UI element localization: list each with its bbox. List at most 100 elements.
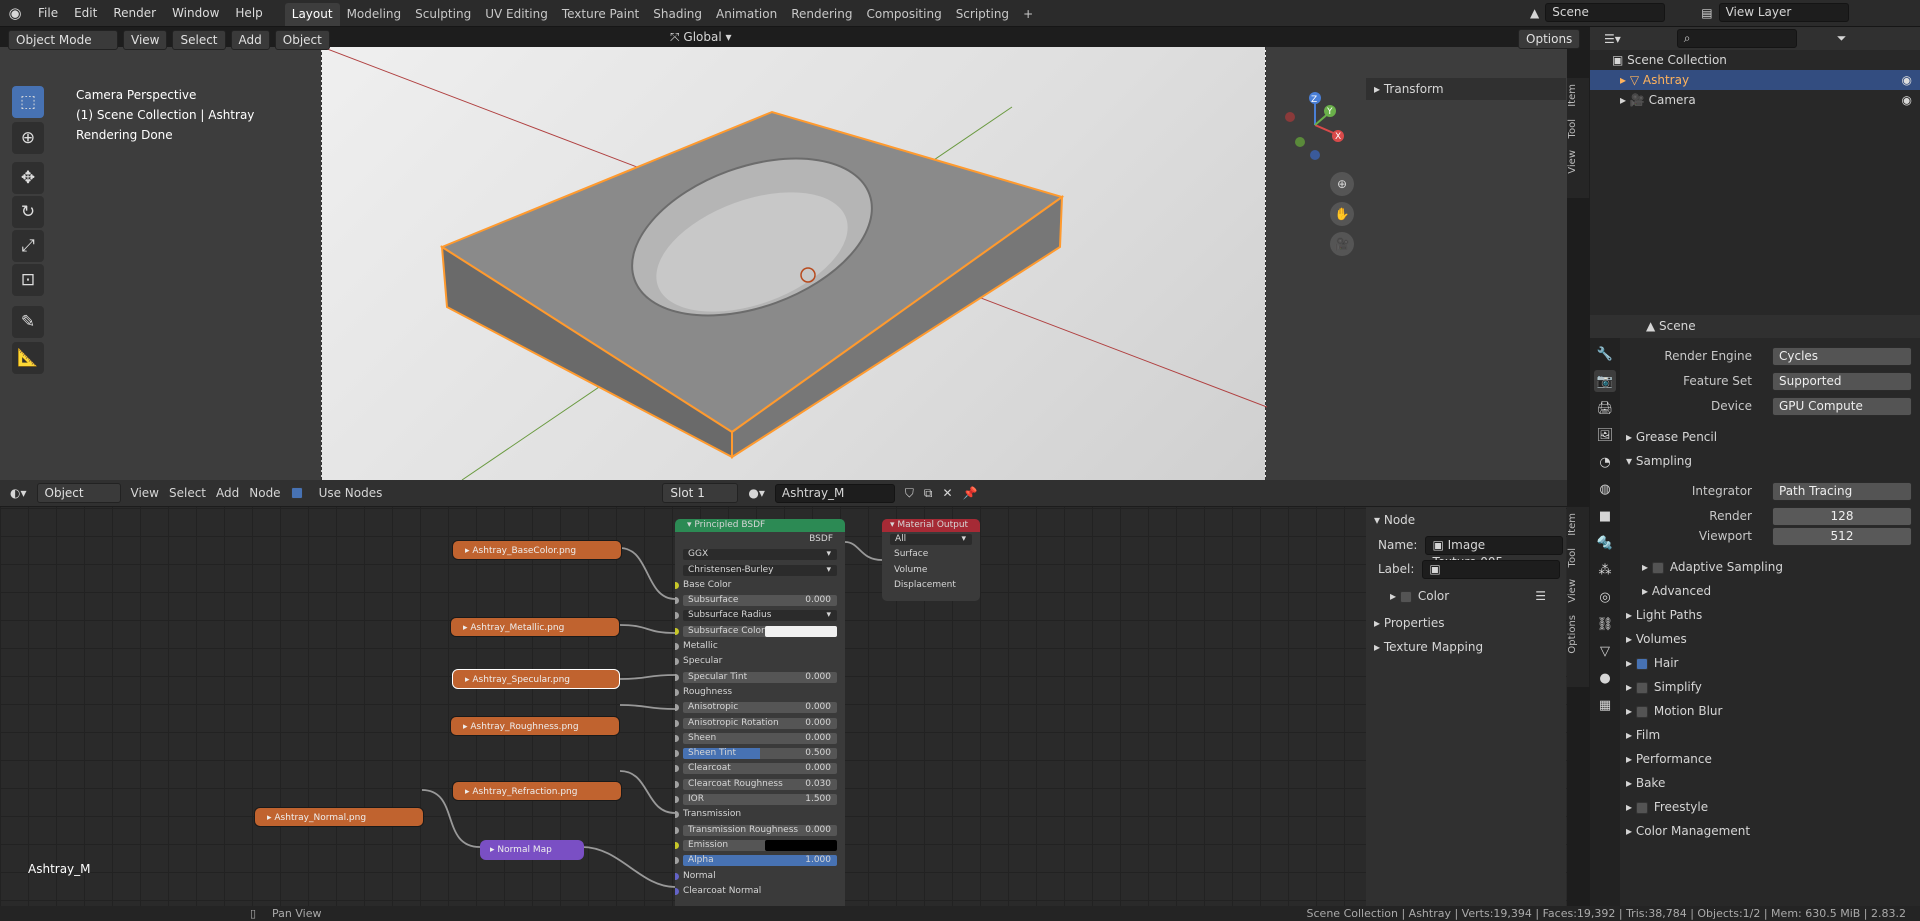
list-icon[interactable]: ☰ — [1535, 581, 1546, 611]
sampling-panel[interactable]: ▾ Sampling — [1626, 454, 1692, 468]
image-texture-node[interactable]: ▸ Ashtray_Roughness.png — [450, 716, 620, 736]
texture-mapping-subpanel[interactable]: ▸ Texture Mapping — [1366, 635, 1566, 659]
sidebar-tab-tool[interactable]: Tool — [1567, 542, 1578, 573]
input-socket-icon[interactable] — [675, 597, 679, 605]
bsdf-input-row[interactable]: Roughness — [675, 685, 845, 700]
output-props-icon[interactable]: 🖨 — [1594, 397, 1616, 419]
image-texture-node[interactable]: ▸ Ashtray_Specular.png — [452, 669, 620, 689]
transform-tool[interactable]: ⊡ — [12, 264, 44, 296]
node-panel-header[interactable]: ▾ Node — [1366, 507, 1566, 533]
input-socket-icon[interactable] — [675, 658, 679, 666]
grease-pencil-panel[interactable]: ▸ Grease Pencil — [1626, 430, 1717, 444]
pan-hand-icon[interactable]: ✋ — [1330, 202, 1354, 226]
device-select[interactable]: GPU Compute — [1772, 397, 1912, 416]
bsdf-input-row[interactable]: Clearcoat Roughness 0.030 — [675, 777, 845, 792]
image-texture-node[interactable]: ▸ Ashtray_BaseColor.png — [452, 540, 622, 560]
unlink-material-close-icon[interactable]: ✕ — [942, 486, 952, 500]
bsdf-input-row[interactable]: Specular Tint 0.000 — [675, 670, 845, 685]
integrator-select[interactable]: Path Tracing — [1772, 482, 1912, 501]
color-subpanel[interactable]: ▸ Color ☰ — [1366, 581, 1566, 611]
outliner-root[interactable]: ▣ Scene Collection — [1590, 50, 1920, 70]
displacement-socket[interactable]: Displacement — [882, 578, 980, 593]
output-target-select[interactable]: All ▾ — [882, 532, 980, 547]
blender-logo-icon[interactable]: ◉ — [0, 4, 30, 22]
film-panel[interactable]: ▸ Film — [1626, 728, 1660, 742]
distribution-select[interactable]: GGX ▾ — [675, 547, 845, 562]
input-socket-icon[interactable] — [675, 704, 679, 712]
tab-rendering[interactable]: Rendering — [784, 3, 859, 26]
visibility-eye-icon[interactable]: ◉ — [1902, 90, 1912, 110]
input-socket-icon[interactable] — [675, 734, 679, 742]
add-workspace-button[interactable]: + — [1016, 3, 1040, 26]
outliner-item-ashtray[interactable]: ▸ ▽ Ashtray ◉ — [1590, 70, 1920, 90]
color-management-panel[interactable]: ▸ Color Management — [1626, 824, 1750, 838]
sidebar-tab-options[interactable]: Options — [1567, 609, 1578, 660]
feature-set-select[interactable]: Supported — [1772, 372, 1912, 391]
move-tool[interactable]: ✥ — [12, 162, 44, 194]
tab-sculpting[interactable]: Sculpting — [408, 3, 478, 26]
input-socket-icon[interactable] — [675, 872, 679, 880]
bsdf-input-row[interactable]: Normal — [675, 869, 845, 884]
navigation-gizmo[interactable]: Z X Y — [1280, 90, 1350, 160]
bsdf-input-row[interactable]: Sheen Tint 0.500 — [675, 746, 845, 761]
ashtray-model[interactable] — [322, 47, 1267, 480]
menu-window[interactable]: Window — [164, 0, 227, 27]
input-socket-icon[interactable] — [675, 780, 679, 788]
node-name-field[interactable]: ▣ Image Texture.005 — [1425, 535, 1564, 569]
physics-props-icon[interactable]: ◎ — [1594, 586, 1616, 608]
render-samples-field[interactable]: 128 — [1772, 507, 1912, 526]
bsdf-input-row[interactable]: Metallic — [675, 639, 845, 654]
input-socket-icon[interactable] — [675, 750, 679, 758]
material-name-field[interactable]: Ashtray_M — [774, 483, 895, 503]
bsdf-input-row[interactable]: Specular — [675, 654, 845, 669]
bsdf-input-row[interactable]: Transmission — [675, 807, 845, 822]
adaptive-sampling-panel[interactable]: ▸ Adaptive Sampling — [1642, 560, 1783, 574]
bsdf-input-row[interactable]: Transmission Roughness 0.000 — [675, 823, 845, 838]
bsdf-input-row[interactable]: Anisotropic Rotation 0.000 — [675, 716, 845, 731]
volumes-panel[interactable]: ▸ Volumes — [1626, 632, 1687, 646]
node-menu-view[interactable]: View — [131, 486, 159, 500]
shader-type-select[interactable]: Object — [36, 483, 121, 503]
viewport-menu-select[interactable]: Select — [172, 30, 226, 50]
input-socket-icon[interactable] — [675, 796, 679, 804]
light-paths-panel[interactable]: ▸ Light Paths — [1626, 608, 1702, 622]
menu-render[interactable]: Render — [105, 0, 164, 27]
bsdf-input-row[interactable]: Subsurface 0.000 — [675, 593, 845, 608]
node-menu-node[interactable]: Node — [249, 486, 280, 500]
sidebar-tab-view[interactable]: View — [1567, 144, 1578, 180]
normal-map-node[interactable]: ▸ Normal Map — [480, 840, 584, 860]
hair-panel[interactable]: ▸ Hair — [1626, 656, 1679, 670]
slot-select[interactable]: Slot 1 — [662, 483, 739, 503]
texture-props-icon[interactable]: ▦ — [1594, 694, 1616, 716]
render-engine-select[interactable]: Cycles — [1772, 347, 1912, 366]
principled-bsdf-node[interactable]: ▾ Principled BSDF BSDF GGX ▾ Christensen-… — [675, 519, 845, 921]
view-layer-props-icon[interactable]: 🖼 — [1594, 424, 1616, 446]
zoom-icon[interactable]: ⊕ — [1330, 172, 1354, 196]
viewport-menu-add[interactable]: Add — [230, 30, 270, 50]
camera-view-icon[interactable]: 🎥 — [1330, 232, 1354, 256]
tab-scripting[interactable]: Scripting — [949, 3, 1016, 26]
advanced-panel[interactable]: ▸ Advanced — [1642, 584, 1711, 598]
input-socket-icon[interactable] — [675, 857, 679, 865]
surface-socket[interactable]: Surface — [882, 547, 980, 562]
input-socket-icon[interactable] — [675, 719, 679, 727]
visibility-eye-icon[interactable]: ◉ — [1902, 70, 1912, 90]
duplicate-material-icon[interactable]: ⧉ — [924, 486, 933, 501]
input-socket-icon[interactable] — [675, 811, 679, 819]
input-socket-icon[interactable] — [675, 826, 679, 834]
transform-panel-header[interactable]: ▸ Transform — [1366, 78, 1566, 100]
bsdf-input-row[interactable]: Sheen 0.000 — [675, 731, 845, 746]
select-box-tool[interactable]: ⬚ — [12, 86, 44, 118]
outliner-search-input[interactable]: ⌕ — [1676, 29, 1797, 48]
particle-props-icon[interactable]: ⁂ — [1594, 559, 1616, 581]
cursor-tool[interactable]: ⊕ — [12, 122, 44, 154]
scene-props-icon[interactable]: ◔ — [1594, 451, 1616, 473]
input-socket-icon[interactable] — [675, 887, 679, 895]
bsdf-input-row[interactable]: Clearcoat 0.000 — [675, 761, 845, 776]
volume-socket[interactable]: Volume — [882, 563, 980, 578]
editor-type-icon[interactable]: ◐▾ — [10, 486, 27, 500]
freestyle-checkbox[interactable] — [1635, 801, 1648, 814]
view-layer-selector[interactable]: View Layer — [1718, 3, 1849, 22]
node-menu-select[interactable]: Select — [169, 486, 206, 500]
bsdf-input-row[interactable]: Anisotropic 0.000 — [675, 700, 845, 715]
